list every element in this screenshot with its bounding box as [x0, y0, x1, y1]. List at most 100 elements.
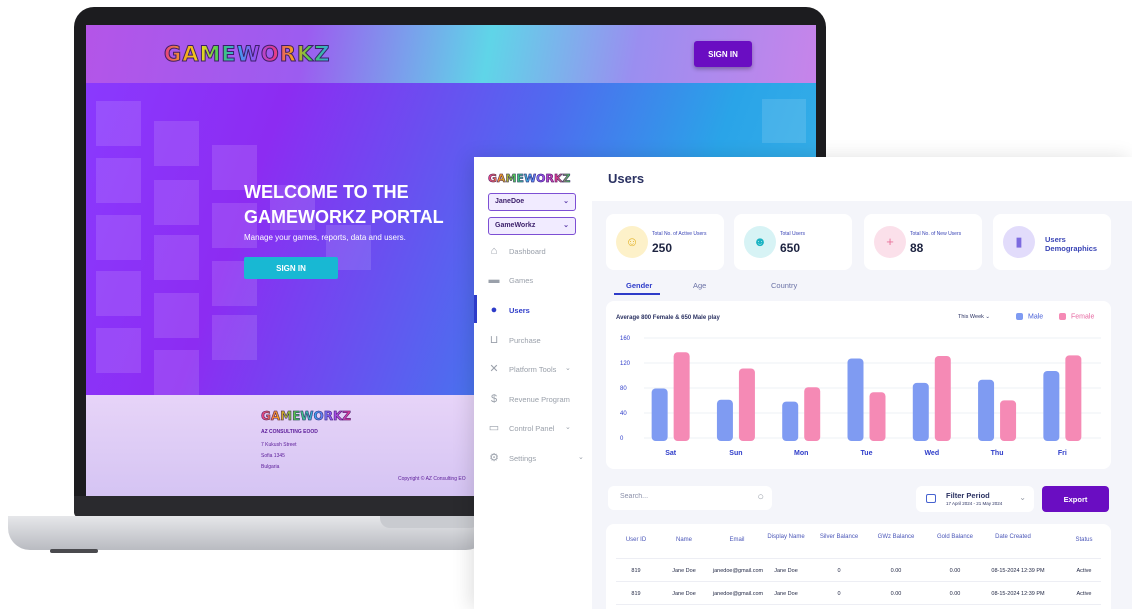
- row-divider: [616, 581, 1101, 582]
- sidebar-item-label: Users: [509, 306, 530, 315]
- demographics-card[interactable]: ▮ Users Demographics: [993, 214, 1111, 270]
- table-cell: 08-15-2024 12:39 PM: [991, 568, 1045, 574]
- column-header[interactable]: GWz Balance: [876, 533, 916, 541]
- control-panel-icon: ▭: [488, 422, 500, 434]
- gamepad-icon: ▬: [488, 274, 500, 286]
- bar-chart: 0 40 80 120 160 Sat Sun Mon Tue Wed Thu Fri: [620, 336, 1101, 457]
- bar-male-wed[interactable]: [912, 382, 929, 441]
- active-tab-underline: [614, 293, 660, 295]
- table-cell: Active: [1076, 591, 1092, 597]
- sidebar-item-purchase[interactable]: ⊔ Purchase: [488, 333, 588, 351]
- chevron-down-icon: ⌄: [563, 198, 569, 205]
- sidebar-item-label: Revenue Program: [509, 395, 570, 404]
- bar-male-sun[interactable]: [716, 399, 733, 441]
- sidebar-item-dashboard[interactable]: ⌂ Dashboard: [488, 244, 588, 262]
- dashboard-window: GAMEWORKZ JaneDoe ⌄ GameWorkz ⌄ ⌂ Dashbo…: [474, 157, 1132, 609]
- header-sign-in-button[interactable]: SIGN IN: [694, 41, 752, 67]
- table-cell: Jane Doe: [672, 591, 696, 597]
- hero-subtitle: Manage your games, reports, data and use…: [244, 233, 406, 242]
- user-icon: ●: [490, 304, 498, 316]
- y-tick-label: 40: [620, 411, 627, 417]
- table-cell: Active: [1076, 568, 1092, 574]
- column-header[interactable]: Gold Balance: [935, 533, 975, 541]
- bar-male-tue[interactable]: [847, 358, 864, 442]
- chevron-down-icon: ⌄: [578, 454, 584, 461]
- table-cell: 0.00: [890, 591, 902, 597]
- search-input[interactable]: [618, 492, 742, 501]
- table-cell: 0.00: [890, 568, 902, 574]
- cart-icon: ⊔: [489, 334, 499, 346]
- x-tick-label: Sat: [665, 450, 677, 457]
- column-header[interactable]: Date Created: [993, 533, 1033, 541]
- chevron-down-icon: ⌄: [563, 222, 569, 229]
- bar-male-sat[interactable]: [651, 388, 668, 442]
- sidebar-item-users[interactable]: ● Users: [488, 303, 588, 321]
- sidebar-item-label: Control Panel: [509, 424, 555, 433]
- filter-period[interactable]: Filter Period 17 April 2024 - 21 May 202…: [916, 486, 1034, 512]
- stat-card-new-users: + Total No. of New Users 88: [864, 214, 982, 270]
- x-tick-label: Mon: [794, 450, 808, 457]
- stat-label: Total Users: [780, 231, 806, 237]
- sidebar-item-control-panel[interactable]: ▭ Control Panel ⌄: [488, 421, 588, 439]
- chevron-down-icon: ⌄: [565, 424, 571, 431]
- column-header[interactable]: Status: [1064, 536, 1104, 544]
- sidebar-item-label: Games: [509, 276, 534, 285]
- filter-range: 17 April 2024 - 21 May 2024: [946, 501, 1003, 506]
- bar-female-thu[interactable]: [1000, 400, 1017, 441]
- column-header[interactable]: Silver Balance: [819, 533, 859, 541]
- sidebar-item-label: Settings: [509, 454, 537, 463]
- bar-male-mon[interactable]: [782, 401, 799, 441]
- sidebar-item-settings[interactable]: ⚙ Settings ⌄: [488, 451, 588, 469]
- tab-gender[interactable]: Gender: [626, 281, 652, 290]
- y-tick-label: 0: [620, 436, 624, 442]
- stat-card-active-users: ☺ Total No. of Active Users 250: [606, 214, 724, 270]
- bar-female-sun[interactable]: [738, 368, 755, 442]
- tab-age[interactable]: Age: [693, 281, 706, 290]
- sidebar-logo[interactable]: GAMEWORKZ: [488, 172, 571, 186]
- column-header[interactable]: Email: [709, 536, 765, 544]
- sidebar-item-games[interactable]: ▬ Games: [488, 273, 588, 291]
- sidebar-item-platform-tools[interactable]: ✕ Platform Tools ⌄: [488, 362, 588, 380]
- export-button[interactable]: Export: [1042, 486, 1109, 512]
- org-select-value: GameWorkz: [495, 222, 536, 229]
- table-cell: 08-15-2024 12:39 PM: [991, 591, 1045, 597]
- home-icon: ⌂: [490, 245, 498, 257]
- footer-address-3: Bulgaria: [261, 464, 280, 470]
- y-tick-label: 80: [620, 386, 627, 392]
- revenue-icon: $: [490, 393, 498, 405]
- bar-female-wed[interactable]: [934, 356, 951, 441]
- y-tick-label: 160: [620, 336, 631, 342]
- sidebar-item-label: Dashboard: [509, 247, 546, 256]
- table-cell: 0.00: [949, 568, 961, 574]
- table-cell: Jane Doe: [672, 568, 696, 574]
- bar-female-mon[interactable]: [804, 387, 821, 441]
- hero-sign-in-button[interactable]: SIGN IN: [244, 257, 338, 279]
- org-select[interactable]: GameWorkz ⌄: [488, 217, 576, 235]
- gear-icon: ⚙: [489, 452, 499, 464]
- column-header[interactable]: Display Name: [766, 533, 806, 541]
- tab-country[interactable]: Country: [771, 281, 797, 290]
- bar-female-fri[interactable]: [1065, 355, 1082, 441]
- row-divider: [616, 558, 1101, 559]
- footer-address-2: Sofia 1345: [261, 453, 285, 459]
- table-cell: 0.00: [949, 591, 961, 597]
- sidebar-item-label: Purchase: [509, 336, 541, 345]
- search-icon[interactable]: ○: [757, 491, 764, 503]
- hero-title: WELCOME TO THE GAMEWORKZ PORTAL: [244, 182, 444, 227]
- x-tick-label: Sun: [729, 450, 742, 457]
- laptop-notch: [380, 516, 480, 528]
- footer-address-1: 7 Kukush Street: [261, 442, 297, 448]
- new-users-icon: +: [874, 226, 906, 258]
- table-cell: 0: [837, 568, 841, 574]
- user-select[interactable]: JaneDoe ⌄: [488, 193, 576, 211]
- bar-male-fri[interactable]: [1043, 371, 1060, 441]
- x-tick-label: Wed: [924, 450, 939, 457]
- bar-female-sat[interactable]: [673, 352, 690, 441]
- active-users-icon: ☺: [616, 226, 648, 258]
- search-box[interactable]: ○: [608, 486, 772, 510]
- column-header[interactable]: Name: [656, 536, 712, 544]
- bar-male-thu[interactable]: [978, 379, 995, 441]
- landing-logo[interactable]: GAMEWORKZ: [163, 42, 330, 67]
- sidebar-item-revenue-program[interactable]: $ Revenue Program: [488, 392, 588, 410]
- bar-female-tue[interactable]: [869, 392, 886, 441]
